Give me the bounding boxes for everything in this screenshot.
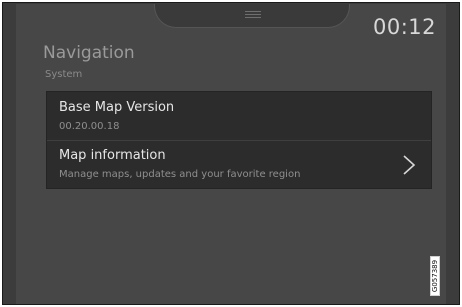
list-item-map-information[interactable]: Map information Manage maps, updates and… [47, 141, 431, 189]
list-item-title: Map information [59, 148, 166, 163]
figure-code: G057389 [431, 259, 439, 293]
clock: 00:12 [372, 15, 436, 39]
screen: 00:12 Navigation System Base Map Version… [16, 4, 446, 304]
grip-line [245, 11, 261, 12]
page-title: Navigation [43, 43, 135, 63]
grip-line [245, 14, 261, 15]
pull-down-handle[interactable] [154, 4, 350, 28]
list-item-base-map-version[interactable]: Base Map Version 00.20.00.18 [47, 92, 431, 140]
grip-line [245, 17, 261, 18]
figure-code-label: G057389 [430, 256, 440, 296]
chevron-right-icon [403, 155, 416, 175]
list-item-title: Base Map Version [59, 100, 175, 115]
display-frame: 00:12 Navigation System Base Map Version… [2, 2, 460, 305]
list-item-value: 00.20.00.18 [59, 121, 120, 132]
page-subtitle: System [45, 69, 83, 80]
settings-list: Base Map Version 00.20.00.18 Map informa… [46, 91, 432, 189]
list-item-description: Manage maps, updates and your favorite r… [59, 169, 301, 180]
